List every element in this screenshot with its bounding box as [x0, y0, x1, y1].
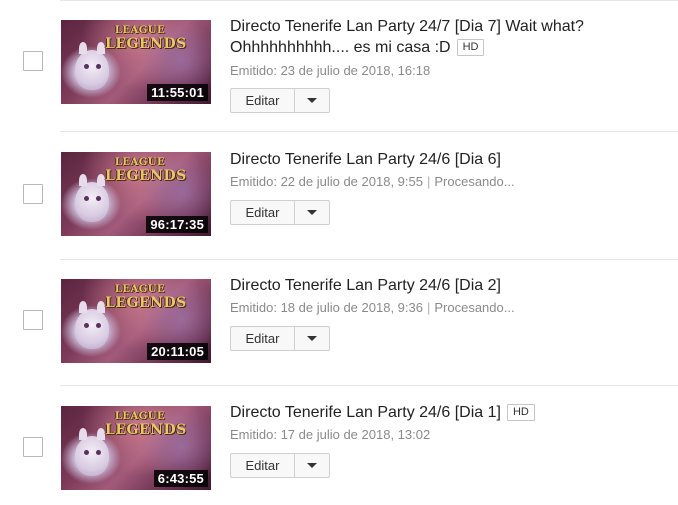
video-duration: 96:17:35 — [146, 216, 208, 233]
video-meta: Emitido: 18 de julio de 2018, 9:36 | Proce… — [230, 300, 515, 316]
game-logo: LEAGUE LEGENDS — [105, 25, 187, 52]
chevron-down-icon — [307, 336, 317, 341]
video-meta: Emitido: 17 de julio de 2018, 13:02 — [230, 427, 430, 443]
video-duration: 6:43:55 — [153, 470, 208, 487]
edit-button[interactable]: Editar — [230, 200, 294, 225]
broadcast-date: Emitido: 18 de julio de 2018, 9:36 — [230, 300, 423, 315]
video-row: LEAGUE LEGENDS 11:55:01 Directo Tenerife… — [0, 0, 678, 132]
thumbnail-art — [75, 428, 109, 476]
thumbnail-art — [75, 174, 109, 222]
video-title-link[interactable]: Directo Tenerife Lan Party 24/6 [Dia 6] — [230, 149, 630, 170]
select-checkbox[interactable] — [23, 184, 43, 204]
edit-button-group: Editar — [230, 326, 330, 351]
broadcast-date: Emitido: 22 de julio de 2018, 9:55 — [230, 174, 423, 189]
edit-button-group: Editar — [230, 200, 330, 225]
thumbnail-art — [75, 301, 109, 349]
processing-status: Procesando... — [434, 300, 515, 315]
divider — [60, 385, 678, 386]
video-duration: 11:55:01 — [147, 84, 208, 101]
video-thumbnail[interactable]: LEAGUE LEGENDS 96:17:35 — [61, 152, 211, 236]
divider — [60, 259, 678, 260]
edit-options-dropdown[interactable] — [294, 200, 330, 225]
broadcast-date: Emitido: 23 de julio de 2018, 16:18 — [230, 63, 431, 78]
video-row: LEAGUE LEGENDS 6:43:55 Directo Tenerife … — [0, 392, 678, 505]
video-meta: Emitido: 22 de julio de 2018, 9:55 | Proce… — [230, 174, 515, 190]
video-row: LEAGUE LEGENDS 96:17:35 Directo Tenerife… — [0, 138, 678, 265]
edit-options-dropdown[interactable] — [294, 453, 330, 478]
processing-status: Procesando... — [434, 174, 515, 189]
video-duration: 20:11:05 — [147, 343, 208, 360]
game-logo: LEAGUE LEGENDS — [105, 284, 187, 311]
chevron-down-icon — [307, 463, 317, 468]
edit-button[interactable]: Editar — [230, 453, 294, 478]
select-checkbox[interactable] — [23, 437, 43, 457]
edit-options-dropdown[interactable] — [294, 88, 330, 113]
video-title-link[interactable]: Directo Tenerife Lan Party 24/6 [Dia 2] — [230, 275, 630, 296]
video-title-link[interactable]: Directo Tenerife Lan Party 24/7 [Dia 7] … — [230, 16, 630, 58]
edit-options-dropdown[interactable] — [294, 326, 330, 351]
video-title: Directo Tenerife Lan Party 24/6 [Dia 2] — [230, 277, 501, 294]
video-title: Directo Tenerife Lan Party 24/7 [Dia 7] … — [230, 18, 584, 56]
video-title: Directo Tenerife Lan Party 24/6 [Dia 1] — [230, 404, 501, 421]
meta-separator: | — [426, 300, 431, 315]
game-logo: LEAGUE LEGENDS — [105, 157, 187, 184]
divider — [60, 0, 678, 1]
chevron-down-icon — [307, 210, 317, 215]
hd-badge: HD — [506, 404, 535, 421]
edit-button-group: Editar — [230, 453, 330, 478]
hd-badge: HD — [456, 39, 485, 56]
chevron-down-icon — [307, 98, 317, 103]
video-thumbnail[interactable]: LEAGUE LEGENDS 20:11:05 — [61, 279, 211, 363]
video-row: LEAGUE LEGENDS 20:11:05 Directo Tenerife… — [0, 265, 678, 392]
select-checkbox[interactable] — [23, 51, 43, 71]
divider — [60, 131, 678, 132]
meta-separator: | — [426, 174, 431, 189]
video-title-link[interactable]: Directo Tenerife Lan Party 24/6 [Dia 1] H… — [230, 402, 630, 423]
thumbnail-art — [75, 42, 109, 90]
video-title: Directo Tenerife Lan Party 24/6 [Dia 6] — [230, 151, 501, 168]
select-checkbox[interactable] — [23, 310, 43, 330]
video-meta: Emitido: 23 de julio de 2018, 16:18 — [230, 63, 430, 79]
edit-button-group: Editar — [230, 88, 330, 113]
video-thumbnail[interactable]: LEAGUE LEGENDS 11:55:01 — [61, 20, 211, 104]
broadcast-date: Emitido: 17 de julio de 2018, 13:02 — [230, 427, 431, 442]
game-logo: LEAGUE LEGENDS — [105, 411, 187, 438]
video-thumbnail[interactable]: LEAGUE LEGENDS 6:43:55 — [61, 406, 211, 490]
edit-button[interactable]: Editar — [230, 88, 294, 113]
edit-button[interactable]: Editar — [230, 326, 294, 351]
